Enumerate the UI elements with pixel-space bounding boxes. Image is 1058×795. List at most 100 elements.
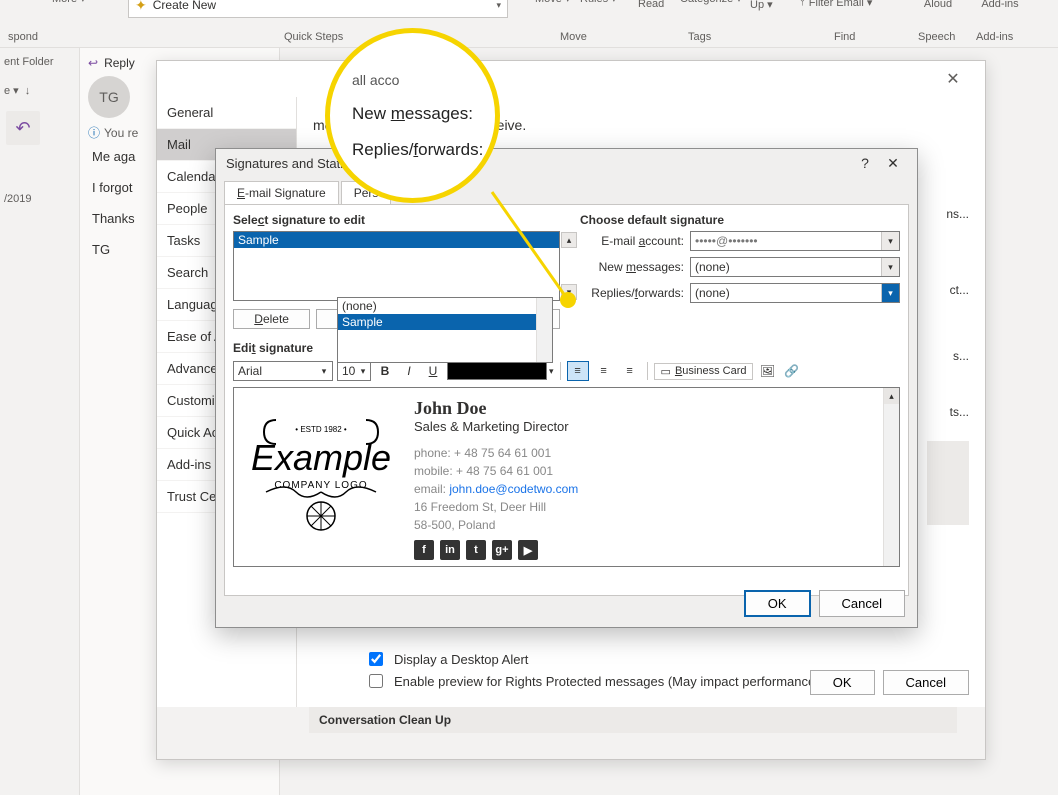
phone-line: phone: + 48 75 64 61 001 [414,444,578,462]
google-icon[interactable]: g+ [492,540,512,560]
tab-email-signature[interactable]: E-mail Signature [224,181,339,204]
side-btn-3[interactable]: s... [953,349,969,363]
dropdown-scrollbar[interactable] [536,298,552,362]
sig-title-label: Signatures and Stati [226,156,343,171]
editor-scrollbar[interactable]: ▴ [883,388,899,566]
desktop-alert-checkbox[interactable] [369,652,383,666]
sig-cancel-button[interactable]: Cancel [819,590,905,617]
group-speech: Speech [918,31,955,43]
scroll-up-icon[interactable]: ▴ [884,388,899,404]
underline-button[interactable]: U [423,361,443,381]
signatures-dialog: Signatures and Stati ? ✕ E-mail Signatur… [215,148,918,628]
align-left-button[interactable]: ≡ [567,361,589,381]
pane-placeholder [927,441,969,525]
person-name: John Doe [414,398,578,419]
group-respond: spond [8,31,38,43]
dialog-titlebar: Outlook Options ✕ [157,61,985,97]
categorize-menu[interactable]: Categorize ▾ [680,0,742,5]
sig-ok-button[interactable]: OK [744,590,811,617]
bold-button[interactable]: B [375,361,395,381]
mag-all-accounts: all acco [352,72,495,88]
folder-pane: ent Folder e ▾ ↓ ↶ /2019 [0,48,80,795]
cleanup-section: Conversation Clean Up [309,707,957,733]
rights-preview-checkbox[interactable] [369,674,383,688]
read-label[interactable]: Read [638,0,664,10]
youtube-icon[interactable]: ▶ [518,540,538,560]
filter-email[interactable]: ⫯Filter Email ▾ [800,0,872,9]
facebook-icon[interactable]: f [414,540,434,560]
close-icon[interactable]: ✕ [879,155,907,172]
group-find: Find [834,31,855,43]
align-center-button[interactable]: ≡ [593,361,615,381]
email-link[interactable]: john.doe@codetwo.com [449,482,578,496]
options-ok-button[interactable]: OK [810,670,875,695]
chevron-down-icon[interactable]: ▾ [881,258,899,276]
sig-tabs: E-mail Signature Pers [216,177,917,204]
chevron-down-icon[interactable]: ▾ [881,284,899,302]
card-icon: ▭ [661,365,671,378]
signature-logo: • ESTD 1982 • Example COMPANY LOGO [246,398,396,548]
callout-dot [560,292,576,308]
ew-label[interactable]: e ▾ [4,84,19,97]
options-cancel-button[interactable]: Cancel [883,670,969,695]
picture-button[interactable]: 🖼 [757,361,777,381]
edit-signature-label: Edit signature [233,341,900,355]
align-right-button[interactable]: ≡ [619,361,641,381]
scroll-up-icon[interactable]: ▴ [561,232,577,248]
quick-steps-gallery[interactable]: ✦ Create New ▾ [128,0,508,18]
svg-text:Example: Example [251,437,391,478]
side-btn-2[interactable]: ct... [950,283,969,297]
move-menu[interactable]: Move ▾ [535,0,570,5]
default-signature-label: Choose default signature [580,213,900,227]
new-messages-combo[interactable]: (none)▾ [690,257,900,277]
help-icon[interactable]: ? [851,155,879,171]
rights-preview-label: Enable preview for Rights Protected mess… [394,674,820,689]
size-combo[interactable]: 10▾ [337,361,371,381]
more-menu[interactable]: More ▾ [52,0,86,5]
date-label: /2019 [0,185,79,213]
link-button[interactable]: 🔗 [781,361,801,381]
signature-list-item[interactable]: Sample [234,232,559,248]
delete-button[interactable]: Delete [233,309,310,329]
signature-editor[interactable]: • ESTD 1982 • Example COMPANY LOGO John … [233,387,900,567]
down-arrow-icon[interactable]: ↓ [25,85,31,97]
editor-toolbar: Arial▾ 10▾ B I U ▾ ≡ ≡ ≡ ▭Business Card … [233,359,900,383]
sig-footer: OK Cancel [744,590,905,617]
signature-list[interactable]: Sample ▴ ▾ [233,231,560,301]
dropdown-option-none[interactable]: (none) [338,298,552,314]
rules-menu[interactable]: Rules ▾ [580,0,617,5]
side-btn-4[interactable]: ts... [950,405,969,419]
replies-dropdown[interactable]: (none) Sample [337,297,553,363]
linkedin-icon[interactable]: in [440,540,460,560]
chevron-down-icon[interactable]: ▾ [881,232,899,250]
followup-menu[interactable]: Up ▾ [750,0,773,11]
group-tags: Tags [688,31,711,43]
mobile-line: mobile: + 48 75 64 61 001 [414,462,578,480]
filter-icon: ⫯ [800,0,805,9]
chevron-down-icon[interactable]: ▾ [496,0,501,11]
dropdown-option-sample[interactable]: Sample [338,314,552,330]
nav-general[interactable]: General [157,97,296,129]
font-combo[interactable]: Arial▾ [233,361,333,381]
font-color-button[interactable]: ▾ [447,362,554,380]
mag-new-messages: New messages: [352,104,495,124]
info-icon: ⓘ [88,124,100,141]
sparkle-icon: ✦ [135,0,147,14]
italic-button[interactable]: I [399,361,419,381]
replies-forwards-combo[interactable]: (none)▾ [690,283,900,303]
email-line: email: john.doe@codetwo.com [414,480,578,498]
svg-text:• ESTD 1982 •: • ESTD 1982 • [295,425,347,434]
get-addins[interactable]: Add-ins [970,0,1030,10]
undo-button[interactable]: ↶ [6,111,40,145]
email-account-combo[interactable]: •••••@•••••••▾ [690,231,900,251]
avatar: TG [88,76,130,118]
business-card-button[interactable]: ▭Business Card [654,363,754,380]
close-icon[interactable]: ✕ [933,69,973,89]
sent-folder-label[interactable]: ent Folder [0,48,79,76]
side-btn-1[interactable]: ns... [946,207,969,221]
twitter-icon[interactable]: t [466,540,486,560]
create-new-label: Create New [153,0,216,12]
reply-label: Reply [104,56,135,70]
signature-text: John Doe Sales & Marketing Director phon… [414,398,578,556]
read-aloud[interactable]: Aloud [916,0,960,10]
